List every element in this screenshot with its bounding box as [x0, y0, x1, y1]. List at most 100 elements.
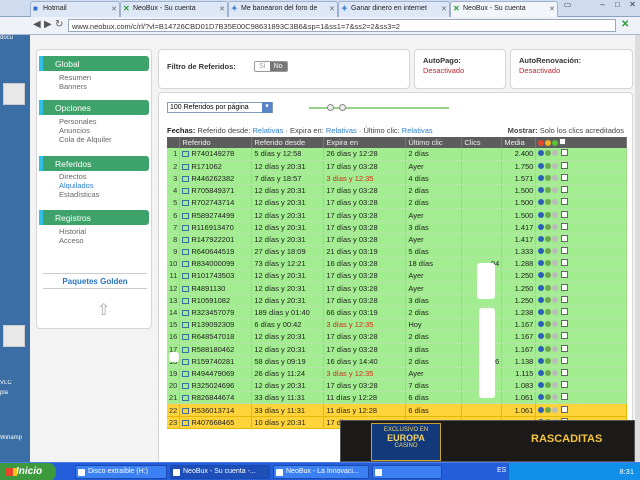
close-icon[interactable]: ✕: [549, 5, 555, 13]
lock-icon[interactable]: [552, 321, 559, 328]
row-checkbox[interactable]: [561, 198, 569, 206]
menu-item-cola-alquiler[interactable]: Cola de Alquiler: [59, 135, 112, 144]
referral-id-cell[interactable]: R834000099: [179, 257, 253, 271]
tab-hotmail[interactable]: ■ Hotmail ✕: [30, 1, 120, 17]
since-relative-link[interactable]: Relativas: [253, 126, 284, 135]
flag-icon[interactable]: [182, 151, 190, 158]
referral-id-cell[interactable]: R826844674: [179, 391, 253, 405]
lock-icon[interactable]: [552, 211, 559, 218]
menu-section-registros[interactable]: Registros: [39, 210, 149, 225]
col-referido-desde[interactable]: Referido desde: [251, 137, 325, 148]
lock-icon[interactable]: [552, 345, 559, 352]
lock-icon[interactable]: [552, 272, 559, 279]
table-row[interactable]: 14 R323457079 189 días y 01:40 66 días y 03…: [167, 306, 627, 320]
graph-icon[interactable]: [538, 357, 545, 364]
casino-ad-banner[interactable]: EXCLUSIVO EN EUROPA CASINO RASCADITAS: [340, 420, 635, 462]
menu-item-directos[interactable]: Directos: [59, 172, 87, 181]
per-page-select[interactable]: 100 Referidos por página: [167, 102, 273, 113]
filter-no-option[interactable]: No: [269, 62, 287, 71]
tab-neobux-2[interactable]: ✕ NeoBux - Su cuenta ✕: [450, 1, 558, 17]
table-row[interactable]: 3 R446262382 7 días y 18:57 3 días y 12:35 4…: [167, 172, 627, 186]
flag-icon[interactable]: [182, 236, 190, 243]
tab-neobux-1[interactable]: ✕ NeoBux - Su cuenta ✕: [120, 1, 228, 17]
maximize-button[interactable]: □: [610, 0, 625, 12]
taskbar-button-other[interactable]: [372, 465, 442, 479]
referral-id-cell[interactable]: R640644519: [179, 245, 253, 259]
referral-id-cell[interactable]: R4891130: [179, 282, 253, 295]
extend-all-icon[interactable]: [545, 140, 552, 146]
filter-yes-option[interactable]: Sí: [255, 62, 270, 71]
table-row[interactable]: 18R15974028158 días y 09:1916 días y 14:…: [167, 355, 627, 368]
flag-icon[interactable]: [182, 175, 190, 182]
row-checkbox[interactable]: [561, 356, 569, 364]
row-checkbox[interactable]: [561, 149, 569, 157]
table-row[interactable]: 4 R705849371 12 días y 20:31 17 días y 03:2…: [167, 184, 627, 198]
flag-icon[interactable]: [182, 212, 190, 219]
referral-id-cell[interactable]: R446262382: [179, 172, 253, 186]
row-checkbox[interactable]: [561, 173, 569, 181]
lock-icon[interactable]: [552, 223, 559, 230]
minimize-button[interactable]: –: [595, 0, 610, 12]
recycle-icon[interactable]: [545, 272, 552, 279]
row-checkbox[interactable]: [561, 381, 569, 389]
table-row[interactable]: 1 R740149278 5 días y 12:58 26 días y 12:28…: [167, 148, 627, 161]
slider-knob[interactable]: [339, 104, 346, 111]
graph-icon[interactable]: [538, 333, 545, 340]
referral-id-cell[interactable]: R705849371: [179, 184, 253, 198]
table-row[interactable]: 6 R589274499 12 días y 20:31 17 días y 03:2…: [167, 208, 627, 222]
row-checkbox[interactable]: [561, 186, 569, 194]
flag-icon[interactable]: [182, 322, 190, 329]
table-row[interactable]: 10 R834000099 73 días y 12:21 16 días y 03:…: [167, 257, 627, 271]
col-ultimo-clic[interactable]: Último clic: [405, 137, 463, 148]
recycle-icon[interactable]: [545, 162, 552, 169]
row-checkbox[interactable]: [561, 247, 569, 255]
recycle-icon[interactable]: [545, 406, 552, 413]
row-checkbox[interactable]: [561, 344, 569, 352]
recycle-icon[interactable]: [545, 235, 552, 242]
graph-icon[interactable]: [538, 150, 545, 157]
row-checkbox[interactable]: [561, 393, 569, 401]
flag-icon[interactable]: [182, 334, 190, 341]
flag-icon[interactable]: [182, 261, 190, 268]
select-all-checkbox[interactable]: [559, 138, 567, 145]
taskbar-button-neobux-1[interactable]: NeoBux - Su cuenta -...: [170, 465, 270, 479]
row-checkbox[interactable]: [561, 295, 569, 303]
lock-icon[interactable]: [552, 309, 559, 316]
clock[interactable]: 8:31: [619, 467, 634, 476]
graph-icon[interactable]: [538, 260, 545, 267]
slider-knob[interactable]: [327, 104, 334, 111]
flag-icon[interactable]: [182, 297, 190, 304]
lock-icon[interactable]: [552, 406, 559, 413]
lock-icon[interactable]: [552, 284, 559, 291]
lock-icon[interactable]: [552, 174, 559, 181]
recycle-icon[interactable]: [545, 345, 552, 352]
referral-id-cell[interactable]: R648547018: [179, 330, 253, 344]
table-row[interactable]: 17 R588180462 12 días y 20:31 17 días y 03:…: [167, 343, 627, 356]
recycle-icon[interactable]: [545, 333, 552, 340]
flag-icon[interactable]: [182, 383, 190, 390]
lock-icon[interactable]: [552, 248, 559, 255]
recycle-icon[interactable]: [545, 248, 552, 255]
lock-icon[interactable]: [552, 260, 559, 267]
menu-item-resumen[interactable]: Resumen: [59, 73, 91, 82]
recycle-icon[interactable]: [545, 223, 552, 230]
recycle-icon[interactable]: [545, 321, 552, 328]
row-checkbox[interactable]: [561, 332, 569, 340]
menu-item-banners[interactable]: Banners: [59, 82, 87, 91]
graph-icon[interactable]: [538, 309, 545, 316]
table-row[interactable]: 15 R139092309 6 días y 00:42 3 días y 12:35…: [167, 318, 627, 332]
graph-icon[interactable]: [538, 382, 545, 389]
reload-icon[interactable]: ↻: [55, 20, 63, 30]
col-referido[interactable]: Referido: [179, 137, 253, 148]
graph-icon[interactable]: [538, 248, 545, 255]
referral-id-cell[interactable]: R589274499: [179, 208, 253, 222]
lastclick-relative-link[interactable]: Relativas: [402, 126, 433, 135]
recycle-icon[interactable]: [545, 260, 552, 267]
graph-icon[interactable]: [538, 406, 545, 413]
row-checkbox[interactable]: [561, 308, 569, 316]
close-icon[interactable]: ✕: [329, 5, 335, 13]
lock-icon[interactable]: [552, 199, 559, 206]
show-value[interactable]: Solo los clics acreditados: [540, 126, 624, 135]
flag-icon[interactable]: [182, 224, 190, 231]
golden-packs-link[interactable]: Paquetes Golden: [43, 273, 147, 289]
